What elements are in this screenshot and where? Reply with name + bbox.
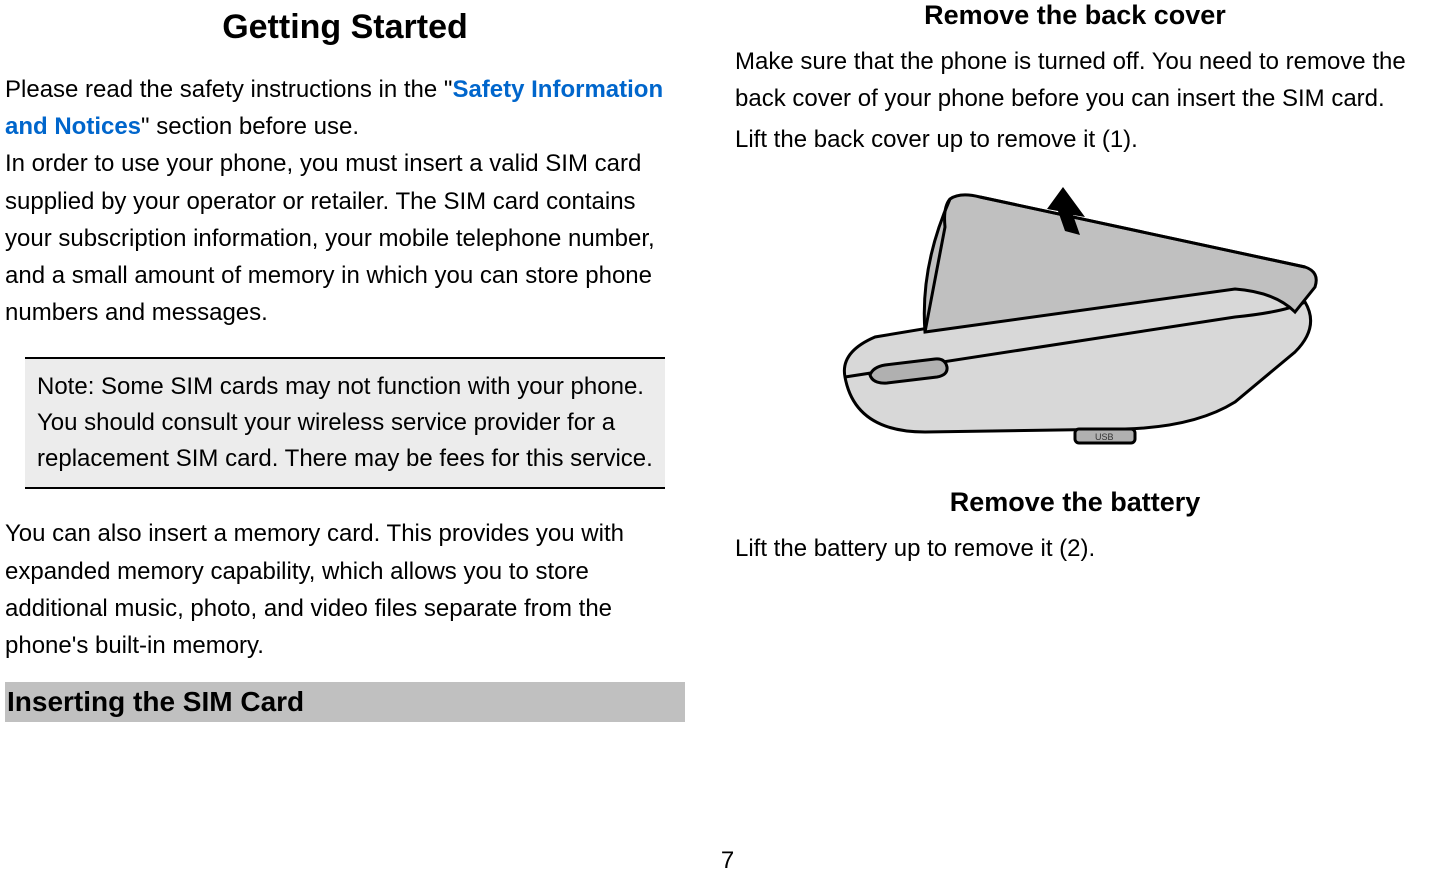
remove-cover-para1: Make sure that the phone is turned off. … xyxy=(735,43,1415,117)
remove-battery-para: Lift the battery up to remove it (2). xyxy=(735,530,1415,567)
heading-remove-battery: Remove the battery xyxy=(735,487,1415,518)
page-number: 7 xyxy=(721,847,734,875)
intro-prefix: Please read the safety instructions in t… xyxy=(5,76,452,103)
battery-section: Remove the battery Lift the battery up t… xyxy=(735,487,1415,567)
left-column: Getting Started Please read the safety i… xyxy=(0,0,705,893)
heading-remove-cover: Remove the back cover xyxy=(735,0,1415,31)
remove-cover-para2: Lift the back cover up to remove it (1). xyxy=(735,121,1415,158)
svg-text:USB: USB xyxy=(1095,432,1114,442)
intro-suffix: " section before use. xyxy=(141,113,359,140)
section-heading-sim: Inserting the SIM Card xyxy=(5,682,685,722)
memory-paragraph: You can also insert a memory card. This … xyxy=(5,515,685,664)
phone-cover-illustration: USB xyxy=(795,177,1355,457)
document-page: Getting Started Please read the safety i… xyxy=(0,0,1455,893)
note-box: Note: Some SIM cards may not function wi… xyxy=(25,357,665,489)
sim-paragraph: In order to use your phone, you must ins… xyxy=(5,145,685,331)
intro-paragraph: Please read the safety instructions in t… xyxy=(5,71,685,145)
right-column: Remove the back cover Make sure that the… xyxy=(705,0,1455,893)
page-title: Getting Started xyxy=(5,8,685,47)
note-text: Note: Some SIM cards may not function wi… xyxy=(37,373,653,472)
